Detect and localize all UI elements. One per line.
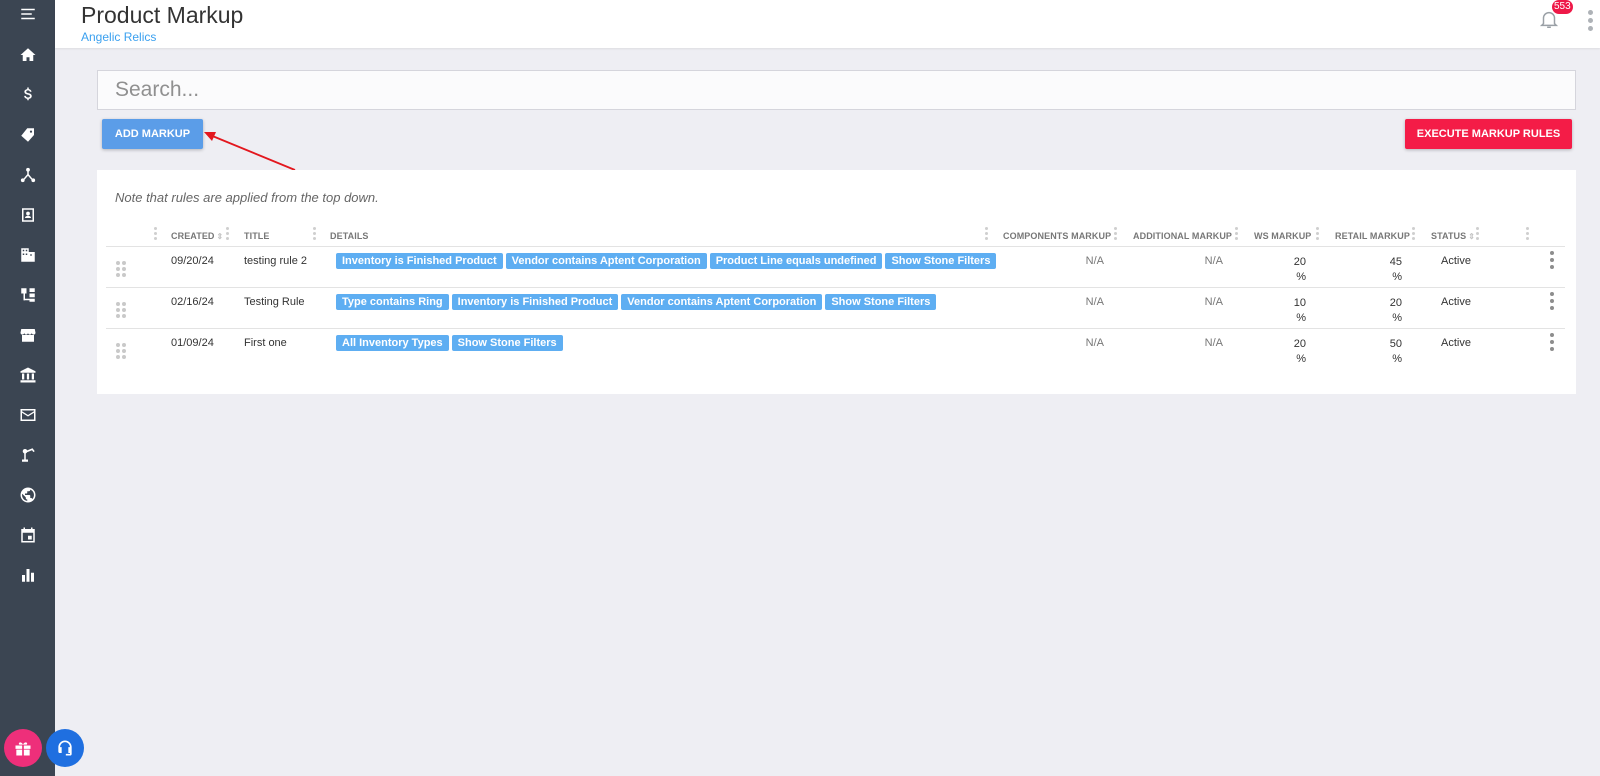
column-resize-handle[interactable] [1114,227,1118,242]
row-menu-icon[interactable] [1550,292,1556,314]
detail-chip[interactable]: Show Stone Filters [825,294,937,310]
sort-icon: ⇕ [1468,232,1476,241]
dollar-icon[interactable] [0,75,55,115]
row-menu-icon[interactable] [1550,333,1556,355]
store-icon[interactable] [0,315,55,355]
notification-badge: 553 [1552,0,1573,14]
ws-markup-value: 20% [1293,256,1306,283]
home-icon[interactable] [0,35,55,75]
status-value: Active [1441,255,1471,267]
company-name-link[interactable]: Angelic Relics [81,30,156,44]
drag-handle-icon[interactable] [116,302,126,318]
created-date: 02/16/24 [171,296,214,308]
retail-markup-value: 20% [1389,297,1402,324]
sidebar [0,0,55,776]
additional-markup-value: N/A [1204,296,1223,308]
column-header-details[interactable]: DETAILS [330,231,369,241]
retail-markup-value: 50% [1389,338,1402,365]
globe-icon[interactable] [0,475,55,515]
search-input[interactable] [97,70,1576,110]
apps-fab-button[interactable] [4,729,42,767]
table-row[interactable]: 02/16/24 Testing Rule Type contains Ring… [106,288,1565,329]
mail-icon[interactable] [0,395,55,435]
column-resize-handle[interactable] [1412,227,1416,242]
detail-chip[interactable]: Vendor contains Aptent Corporation [621,294,823,310]
rule-title: testing rule 2 [244,255,307,267]
column-header-status[interactable]: STATUS ⇕ [1431,231,1475,241]
robot-arm-icon[interactable] [0,435,55,475]
menu-icon[interactable] [0,0,55,34]
column-resize-handle[interactable] [154,227,158,242]
column-resize-handle[interactable] [226,227,230,242]
calendar-icon[interactable] [0,515,55,555]
drag-handle-icon[interactable] [116,343,126,359]
column-header-retail-markup[interactable]: RETAIL MARKUP [1335,231,1410,241]
additional-markup-value: N/A [1204,337,1223,349]
rules-order-note: Note that rules are applied from the top… [115,190,379,205]
table-row[interactable]: 09/20/24 testing rule 2 Inventory is Fin… [106,247,1565,288]
detail-chip[interactable]: Vendor contains Aptent Corporation [505,253,707,269]
column-resize-handle[interactable] [1476,227,1480,242]
retail-markup-value: 45% [1389,256,1402,283]
ws-markup-value: 20% [1293,338,1306,365]
detail-chip[interactable]: Inventory is Finished Product [451,294,619,310]
created-date: 01/09/24 [171,337,214,349]
rule-details: All Inventory Types Show Stone Filters [336,335,563,351]
detail-chip[interactable]: Type contains Ring [336,294,449,310]
execute-markup-rules-button[interactable]: EXECUTE MARKUP RULES [1405,119,1572,149]
support-fab-button[interactable] [46,729,84,767]
detail-chip[interactable]: Inventory is Finished Product [336,253,503,269]
gift-icon [15,742,31,756]
detail-chip[interactable]: Product Line equals undefined [709,253,883,269]
table-row[interactable]: 01/09/24 First one All Inventory Types S… [106,329,1565,370]
bar-chart-icon[interactable] [0,555,55,595]
components-markup-value: N/A [1085,337,1104,349]
drag-handle-icon[interactable] [116,261,126,277]
column-header-title[interactable]: TITLE [244,231,270,241]
add-markup-button[interactable]: ADD MARKUP [102,119,203,149]
headset-icon [58,740,72,756]
bank-icon[interactable] [0,355,55,395]
top-header: Product Markup Angelic Relics 553 [55,0,1600,48]
rule-title: Testing Rule [244,296,305,308]
markup-rules-card: Note that rules are applied from the top… [97,170,1576,394]
components-markup-value: N/A [1085,255,1104,267]
column-resize-handle[interactable] [985,227,989,242]
page-title: Product Markup [81,2,244,28]
building-icon[interactable] [0,235,55,275]
created-date: 09/20/24 [171,255,214,267]
ws-markup-value: 10% [1293,297,1306,324]
column-resize-handle[interactable] [313,227,317,242]
header-more-icon[interactable] [1585,10,1595,36]
rule-title: First one [244,337,287,349]
components-markup-value: N/A [1085,296,1104,308]
detail-chip[interactable]: All Inventory Types [336,335,449,351]
column-resize-handle[interactable] [1235,227,1239,242]
sort-icon: ⇕ [216,232,224,241]
table-header: CREATED ⇕ TITLE DETAILS COMPONENTS MARKUP… [106,222,1565,247]
column-header-ws-markup[interactable]: WS MARKUP [1254,231,1311,241]
row-menu-icon[interactable] [1550,251,1556,273]
detail-chip[interactable]: Show Stone Filters [451,335,563,351]
detail-chip[interactable]: Show Stone Filters [885,253,997,269]
column-header-created[interactable]: CREATED ⇕ [171,231,223,241]
rule-details: Type contains Ring Inventory is Finished… [336,294,937,310]
status-value: Active [1441,337,1471,349]
network-icon[interactable] [0,155,55,195]
contact-card-icon[interactable] [0,195,55,235]
sitemap-icon[interactable] [0,275,55,315]
tags-icon[interactable] [0,115,55,155]
column-header-additional-markup[interactable]: ADDITIONAL MARKUP [1133,231,1232,241]
column-resize-handle[interactable] [1316,227,1320,242]
rule-details: Inventory is Finished Product Vendor con… [336,253,997,269]
column-header-components-markup[interactable]: COMPONENTS MARKUP [1003,231,1111,241]
column-resize-handle[interactable] [1526,227,1530,242]
additional-markup-value: N/A [1204,255,1223,267]
status-value: Active [1441,296,1471,308]
